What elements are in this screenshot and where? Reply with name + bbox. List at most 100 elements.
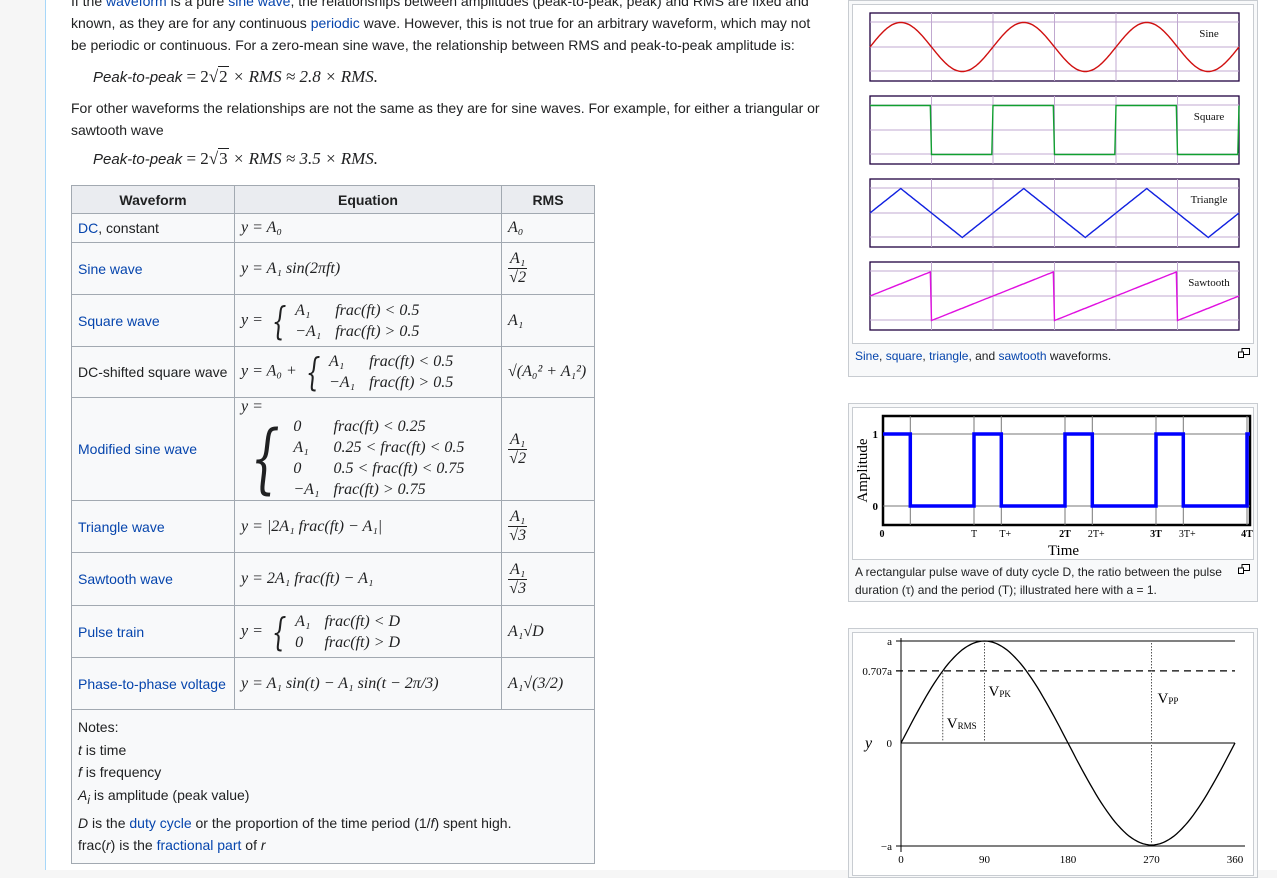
table-row: DC, constant y = A₀ A₀	[71, 213, 595, 243]
case-condition: frac(ft) < 0.5	[369, 353, 454, 370]
equation-sine-peak-to-peak: Peak-to-peak = 2√2 × RMS ≈ 2.8 × RMS.	[93, 66, 379, 86]
pulse-image[interactable]: 1 0 0 T T+ 2T 2T+ 3T 3T+ 4T Time Amplitude	[852, 407, 1254, 560]
header-rms: RMS	[501, 185, 595, 214]
eq-prefix: y =	[241, 311, 263, 329]
header-waveform: Waveform	[71, 185, 235, 214]
equation: y = |2A₁ frac(ft) − A₁|	[234, 500, 502, 553]
x-tick-label: 90	[979, 854, 991, 866]
link-waveform[interactable]: waveform	[106, 0, 167, 9]
x-tick-label: 3T	[1150, 529, 1162, 540]
pulse-caption: A rectangular pulse wave of duty cycle D…	[852, 560, 1254, 602]
note-d: D is the duty cycle or the proportion of…	[78, 814, 512, 831]
waveform-rms-table: Waveform Equation RMS DC, constant y = A…	[71, 185, 595, 864]
eq-prefix: y =	[241, 622, 263, 640]
table-notes-row: Notes: t is time f is frequency Ai is am…	[71, 709, 595, 864]
table-notes: Notes: t is time f is frequency Ai is am…	[71, 709, 595, 864]
link-phase-to-phase-voltage[interactable]: Phase-to-phase voltage	[78, 676, 226, 692]
waveforms-caption: Sine, square, triangle, and sawtooth wav…	[852, 344, 1254, 368]
numerator: A₁	[508, 250, 528, 269]
table-row: Pulse train y = { A₁ frac(ft) < D 0 frac(f…	[71, 605, 595, 658]
waveforms-svg: Sine Square Triangle Sawtooth	[869, 12, 1240, 331]
equation: y = A₁ sin(2πft)	[234, 242, 502, 295]
paragraph-other-waveforms: For other waveforms the relationships ar…	[71, 97, 821, 141]
vrms-label: VRMS	[947, 716, 977, 732]
denominator: √3	[509, 579, 527, 597]
header-equation: Equation	[234, 185, 502, 214]
link-periodic[interactable]: periodic	[311, 15, 360, 31]
x-tick-label: 4T	[1241, 529, 1253, 540]
table-row: Modified sine wave y = { 0 frac(ft) < 0.2…	[71, 397, 595, 501]
link-fractional-part[interactable]: fractional part	[157, 837, 242, 853]
link-triangle[interactable]: triangle	[929, 349, 968, 363]
numerator: A₁	[508, 430, 528, 450]
link-dc[interactable]: DC	[78, 220, 98, 236]
x-tick-label: 3T+	[1179, 529, 1196, 540]
link-modified-sine-wave[interactable]: Modified sine wave	[78, 441, 197, 457]
link-square-wave[interactable]: Square wave	[78, 313, 160, 329]
equation-triangle-peak-to-peak: Peak-to-peak = 2√3 × RMS ≈ 3.5 × RMS.	[93, 148, 379, 168]
y-axis-label: y	[863, 735, 873, 752]
link-sine[interactable]: Sine	[855, 349, 879, 363]
y-tick-label: −a	[881, 841, 892, 853]
rms-fraction: A₁ √3	[508, 508, 528, 545]
waveforms-image[interactable]: Sine Square Triangle Sawtooth	[852, 4, 1254, 344]
table-row: Sawtooth wave y = 2A₁ frac(ft) − A₁ A₁ √3	[71, 552, 595, 606]
rms-value: A₁	[501, 294, 595, 347]
y-tick-label: a	[887, 636, 892, 648]
link-sawtooth[interactable]: sawtooth	[998, 349, 1046, 363]
denominator: √2	[509, 449, 527, 467]
case-condition: frac(ft) > D	[324, 633, 401, 651]
notes-title: Notes:	[78, 719, 119, 735]
table-row: DC-shifted square wave y = A₀ + { A₁ frac…	[71, 346, 595, 398]
rms-fraction: A₁ √2	[508, 250, 528, 287]
case-value: 0	[293, 460, 302, 477]
eq-part: = 2	[182, 149, 209, 168]
case-condition: 0.25 < frac(ft) < 0.5	[333, 439, 465, 456]
link-square[interactable]: square	[886, 349, 923, 363]
x-tick-label: 360	[1227, 854, 1244, 866]
eq-part: × RMS ≈ 3.5 × RMS.	[228, 149, 379, 168]
eq-root: 2	[218, 66, 229, 86]
rms-sine-image[interactable]: a 0.707a 0 −a y 0 90 180 270 360 VRMS VPK VPP	[852, 632, 1254, 876]
table-row: Square wave y = { A₁ frac(ft) < 0.5 −A₁ fr…	[71, 294, 595, 347]
link-sine-wave-row[interactable]: Sine wave	[78, 261, 143, 277]
case-condition: frac(ft) > 0.75	[333, 481, 426, 498]
case-value: A₁	[328, 353, 345, 370]
case-condition: frac(ft) < 0.25	[333, 418, 426, 435]
y-tick-label: 0.707a	[862, 666, 892, 678]
caption-text: A rectangular pulse wave of duty cycle D…	[855, 565, 1222, 597]
rms-value: A₁√D	[501, 605, 595, 658]
vpp-label: VPP	[1158, 691, 1179, 707]
eq-label: Peak-to-peak	[93, 151, 183, 168]
link-pulse-train[interactable]: Pulse train	[78, 624, 144, 640]
denominator: √3	[509, 527, 527, 544]
link-sawtooth-wave[interactable]: Sawtooth wave	[78, 571, 173, 587]
x-axis-label: Time	[1048, 543, 1079, 559]
x-tick-label: T+	[999, 529, 1011, 540]
case-condition: frac(ft) > 0.5	[369, 374, 454, 391]
case-value: 0	[293, 418, 302, 435]
case-value: −A₁	[295, 322, 322, 340]
link-duty-cycle[interactable]: duty cycle	[129, 815, 191, 831]
sawtooth-panel-label: Sawtooth	[1188, 277, 1230, 289]
intro-paragraph: If the waveform is a pure sine wave, the…	[71, 0, 821, 56]
eq-part: × RMS ≈ 2.8 × RMS.	[228, 67, 379, 86]
table-row: Sine wave y = A₁ sin(2πft) A₁ √2	[71, 242, 595, 295]
rms-fraction: A₁ √3	[508, 560, 528, 598]
case-condition: frac(ft) < 0.5	[335, 301, 420, 319]
note-t: t is time	[78, 741, 127, 758]
table-row: Triangle wave y = |2A₁ frac(ft) − A₁| A₁…	[71, 500, 595, 553]
magnify-icon[interactable]	[1238, 348, 1250, 358]
denominator: √2	[509, 269, 527, 286]
link-sine-wave[interactable]: sine wave	[228, 0, 290, 9]
case-condition: 0.5 < frac(ft) < 0.75	[333, 460, 465, 477]
sine-panel-label: Sine	[1199, 28, 1219, 40]
case-value: −A₁	[328, 374, 356, 391]
article-content: If the waveform is a pure sine wave, the…	[45, 0, 1277, 878]
case-condition: frac(ft) > 0.5	[335, 322, 420, 340]
case-value: A₁	[293, 439, 309, 456]
numerator: A₁	[508, 560, 528, 580]
link-triangle-wave[interactable]: Triangle wave	[78, 519, 165, 535]
magnify-icon[interactable]	[1238, 564, 1250, 574]
y-tick-label: 0	[887, 738, 893, 750]
